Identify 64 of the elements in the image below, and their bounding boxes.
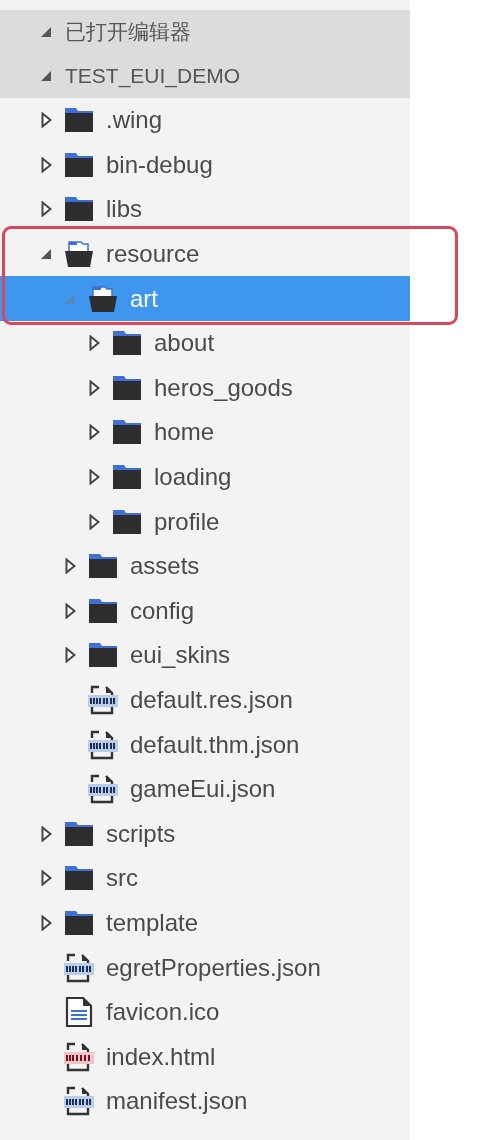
folder-icon [64,196,94,223]
tree-row[interactable]: manifest.json [0,1079,410,1124]
tree-row[interactable]: config [0,588,410,634]
tree-row[interactable]: eui_skins [0,633,410,678]
collapsed-arrow-icon[interactable] [64,558,76,575]
collapsed-arrow-icon[interactable] [88,469,100,486]
folder-icon [112,374,142,401]
section-header[interactable]: 已打开编辑器 [0,10,410,54]
tree-row[interactable]: resource [0,231,410,277]
folder-icon [88,553,118,580]
collapsed-arrow-icon[interactable] [64,602,76,619]
collapsed-arrow-icon[interactable] [40,156,52,173]
tree-row[interactable]: gameEui.json [0,766,410,812]
folder-icon [112,330,142,357]
json-file-icon [87,729,119,760]
folder-icon [64,865,94,892]
collapsed-arrow-icon[interactable] [40,201,52,218]
json-file-icon [63,1086,95,1117]
tree-row[interactable]: src [0,856,410,901]
collapsed-arrow-icon[interactable] [40,112,52,129]
folder-icon [112,508,142,535]
tree-row[interactable]: .wing [0,98,410,143]
tree-row[interactable]: home [0,410,410,455]
collapsed-arrow-icon[interactable] [88,513,100,530]
tree-row[interactable]: default.res.json [0,677,410,723]
tree-row[interactable]: template [0,900,410,946]
collapsed-arrow-icon[interactable] [88,379,100,396]
collapsed-arrow-icon[interactable] [40,825,52,842]
tree-row[interactable]: libs [0,187,410,232]
expanded-arrow-icon[interactable] [40,26,52,38]
tree-row[interactable]: assets [0,543,410,589]
open-folder-icon [88,284,118,313]
json-file-icon [63,952,95,983]
folder-icon [64,151,94,178]
expanded-arrow-icon[interactable] [40,248,52,261]
collapsed-arrow-icon[interactable] [40,915,52,931]
open-folder-icon [64,240,94,269]
json-file-icon [87,685,119,715]
folder-icon [112,464,142,491]
collapsed-arrow-icon[interactable] [40,870,52,887]
folder-icon [64,820,94,847]
section-header[interactable]: TEST_EUI_DEMO [0,54,410,98]
tree-row[interactable]: default.thm.json [0,722,410,767]
folder-icon [64,910,94,936]
folder-icon [88,597,118,624]
tree-row[interactable]: favicon.ico [0,989,410,1035]
tree-row[interactable]: loading [0,454,410,500]
tree-row[interactable]: bin-debug [0,142,410,188]
collapsed-arrow-icon[interactable] [88,335,100,352]
tree-row[interactable]: profile [0,499,410,544]
json-file-icon [87,774,119,805]
tree-row[interactable]: about [0,320,410,366]
folder-icon [64,107,94,134]
folder-icon [112,419,142,446]
collapsed-arrow-icon[interactable] [64,647,76,664]
tree-row[interactable]: scripts [0,811,410,857]
tree-row[interactable]: egretProperties.json [0,945,410,990]
collapsed-arrow-icon[interactable] [88,424,100,441]
html-file-icon [63,1041,95,1072]
expanded-arrow-icon[interactable] [40,70,52,82]
tree-row[interactable]: heros_goods [0,365,410,411]
tree-row[interactable]: index.html [0,1034,410,1080]
folder-icon [88,642,118,669]
document-icon [65,997,93,1028]
